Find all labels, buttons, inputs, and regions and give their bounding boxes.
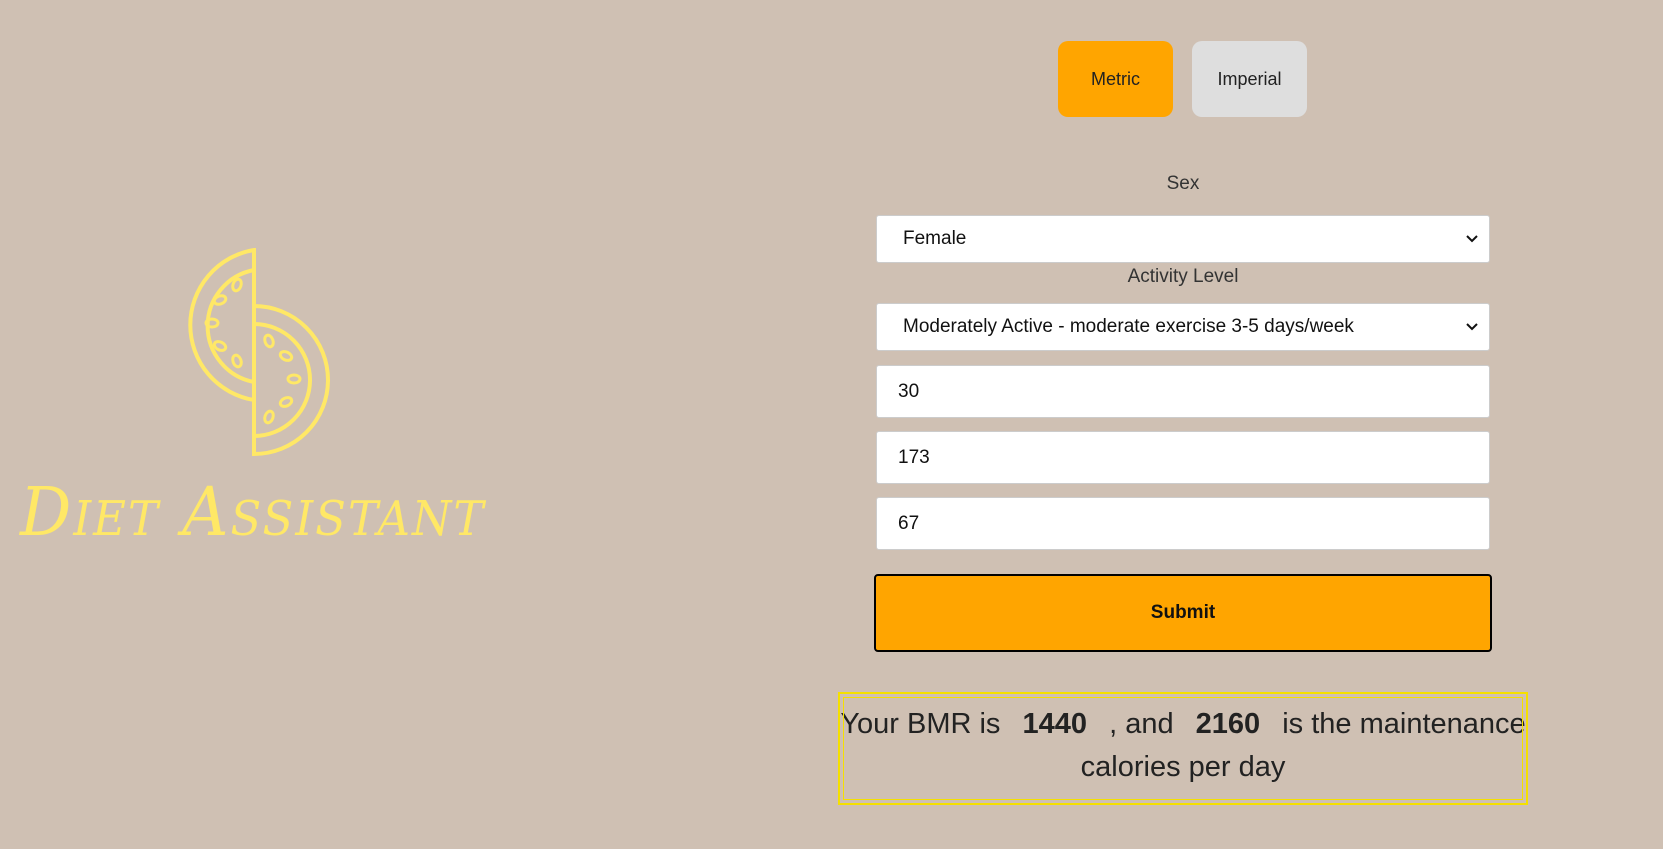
imperial-button[interactable]: Imperial bbox=[1192, 41, 1307, 117]
weight-input[interactable]: 67 bbox=[876, 497, 1490, 550]
watermelon-slices-icon bbox=[188, 248, 330, 457]
sex-select[interactable]: Female bbox=[876, 215, 1490, 263]
activity-select-value: Moderately Active - moderate exercise 3-… bbox=[903, 316, 1354, 337]
result-prefix: Your BMR is bbox=[840, 708, 1001, 740]
unit-toggle: Metric Imperial bbox=[1058, 41, 1307, 117]
height-input[interactable]: 173 bbox=[876, 431, 1490, 484]
activity-select[interactable]: Moderately Active - moderate exercise 3-… bbox=[876, 303, 1490, 351]
chevron-down-icon bbox=[1466, 235, 1478, 243]
result-box: Your BMR is 1440 , and 2160 is the maint… bbox=[838, 692, 1528, 805]
app-logo: Diet Assistant bbox=[8, 248, 508, 578]
chevron-down-icon bbox=[1466, 323, 1478, 331]
activity-label: Activity Level bbox=[1127, 266, 1239, 287]
submit-button[interactable]: Submit bbox=[874, 574, 1492, 652]
bmr-form: Sex Female Activity Level Moderately Act… bbox=[874, 172, 1492, 652]
sex-select-value: Female bbox=[903, 228, 967, 249]
app-title: Diet Assistant bbox=[20, 474, 486, 552]
metric-button[interactable]: Metric bbox=[1058, 41, 1173, 117]
sex-label: Sex bbox=[1166, 173, 1200, 194]
maintenance-value: 2160 bbox=[1195, 708, 1261, 740]
age-input[interactable]: 30 bbox=[876, 365, 1490, 418]
bmr-value: 1440 bbox=[1022, 708, 1088, 740]
result-middle: , and bbox=[1109, 708, 1174, 740]
